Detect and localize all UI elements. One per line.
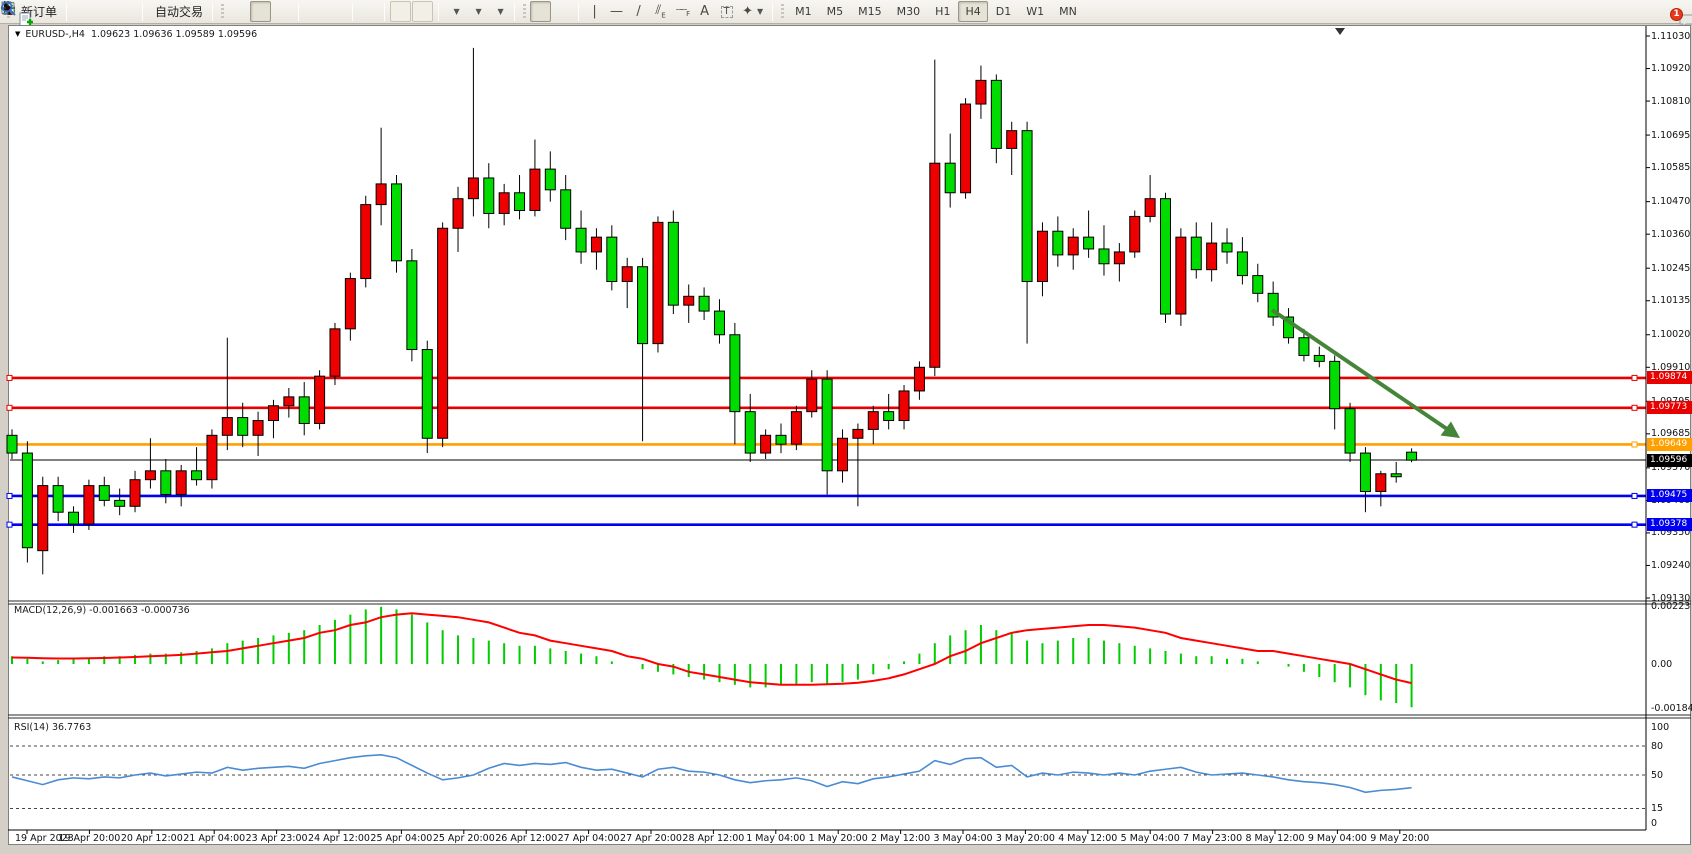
time-tick: 1 May 04:00 bbox=[746, 833, 805, 844]
channel-icon: ⫽E bbox=[655, 4, 665, 20]
zoom-in-button[interactable] bbox=[304, 1, 325, 22]
time-tick: 26 Apr 12:00 bbox=[495, 833, 557, 844]
periods-button[interactable]: ▼ bbox=[466, 1, 487, 22]
shapes-icon: ✦ bbox=[742, 5, 753, 18]
time-tick: 7 May 23:00 bbox=[1183, 833, 1242, 844]
timeframe-D1[interactable]: D1 bbox=[989, 1, 1018, 22]
price-tick: 1.10135 bbox=[1651, 295, 1690, 306]
time-tick: 25 Apr 04:00 bbox=[370, 833, 432, 844]
macd-tick: 0.00 bbox=[1651, 659, 1672, 670]
time-tick: 8 May 12:00 bbox=[1245, 833, 1304, 844]
price-tick: 1.10020 bbox=[1651, 329, 1690, 340]
rsi-tick: 50 bbox=[1651, 770, 1663, 781]
mt4-window: 新订单 自动交易 ▼ ▼ ▼ | — / ⫽E ┄┄F bbox=[0, 0, 1692, 854]
rsi-tick: 15 bbox=[1651, 803, 1663, 814]
time-tick: 27 Apr 20:00 bbox=[620, 833, 682, 844]
time-tick: 27 Apr 04:00 bbox=[558, 833, 620, 844]
time-tick: 2 May 12:00 bbox=[871, 833, 930, 844]
rsi-tick: 80 bbox=[1651, 741, 1663, 752]
channel-button[interactable]: ⫽E bbox=[650, 1, 671, 22]
price-tick: 1.10245 bbox=[1651, 263, 1690, 274]
indicators-button[interactable]: ▼ bbox=[444, 1, 465, 22]
bar-chart-button[interactable] bbox=[228, 1, 249, 22]
rsi-tick: 0 bbox=[1651, 818, 1657, 829]
templates-button[interactable]: ▼ bbox=[488, 1, 509, 22]
timeframe-M15[interactable]: M15 bbox=[851, 1, 889, 22]
price-tick: 1.10810 bbox=[1651, 96, 1690, 107]
price-tick: 1.10585 bbox=[1651, 162, 1690, 173]
price-tag: 1.09773 bbox=[1647, 401, 1692, 414]
timeframe-H4[interactable]: H4 bbox=[958, 1, 987, 22]
text-icon: A bbox=[700, 5, 709, 18]
chart-window[interactable] bbox=[8, 25, 1691, 845]
horizontal-line-button[interactable]: — bbox=[606, 1, 627, 22]
price-tag: 1.09649 bbox=[1647, 438, 1692, 451]
trendline-icon: / bbox=[636, 5, 640, 18]
support-button[interactable] bbox=[94, 1, 115, 22]
price-tick: 1.11030 bbox=[1651, 31, 1690, 42]
price-tag: 1.09475 bbox=[1647, 489, 1692, 502]
time-tick: 1 May 20:00 bbox=[809, 833, 868, 844]
zoom-out-button[interactable] bbox=[326, 1, 347, 22]
notification-badge[interactable]: 1 bbox=[1670, 8, 1683, 21]
time-tick: 19 Apr 20:00 bbox=[58, 833, 120, 844]
timeframe-W1[interactable]: W1 bbox=[1019, 1, 1051, 22]
vertical-line-button[interactable]: | bbox=[584, 1, 605, 22]
price-tick: 1.10920 bbox=[1651, 63, 1690, 74]
new-order-button[interactable]: 新订单 bbox=[14, 1, 61, 22]
vertical-line-icon: | bbox=[592, 5, 596, 18]
line-chart-button[interactable] bbox=[272, 1, 293, 22]
toolbar: 新订单 自动交易 ▼ ▼ ▼ | — / ⫽E ┄┄F bbox=[0, 0, 1692, 24]
trendline-button[interactable]: / bbox=[628, 1, 649, 22]
timeframe-MN[interactable]: MN bbox=[1052, 1, 1084, 22]
signal-button[interactable] bbox=[116, 1, 137, 22]
timeframe-M1[interactable]: M1 bbox=[788, 1, 819, 22]
price-tag: 1.09874 bbox=[1647, 371, 1692, 384]
chart-title: ▼EURUSD-,H4 1.09623 1.09636 1.09589 1.09… bbox=[15, 29, 257, 40]
time-tick: 5 May 04:00 bbox=[1121, 833, 1180, 844]
auto-scroll-button[interactable] bbox=[390, 1, 411, 22]
fibonacci-button[interactable]: ┄┄F bbox=[672, 1, 693, 22]
price-tick: 1.10695 bbox=[1651, 130, 1690, 141]
time-tick: 28 Apr 12:00 bbox=[682, 833, 744, 844]
price-tick: 1.10360 bbox=[1651, 229, 1690, 240]
time-tick: 9 May 04:00 bbox=[1308, 833, 1367, 844]
time-tick: 25 Apr 20:00 bbox=[433, 833, 495, 844]
text-label-button[interactable]: T bbox=[716, 1, 737, 22]
cursor-button[interactable] bbox=[530, 1, 551, 22]
time-tick: 23 Apr 23:00 bbox=[246, 833, 308, 844]
crosshair-button[interactable] bbox=[552, 1, 573, 22]
macd-label: MACD(12,26,9) -0.001663 -0.000736 bbox=[14, 605, 190, 616]
fibonacci-icon: ┄┄F bbox=[676, 6, 689, 18]
auto-trading-button[interactable]: 自动交易 bbox=[148, 1, 207, 22]
time-tick: 9 May 20:00 bbox=[1370, 833, 1429, 844]
macd-tick: 0.00223 bbox=[1651, 601, 1690, 612]
price-tick: 1.10470 bbox=[1651, 196, 1690, 207]
time-tick: 20 Apr 12:00 bbox=[121, 833, 183, 844]
timeframe-M5[interactable]: M5 bbox=[820, 1, 851, 22]
price-tag: 1.09596 bbox=[1647, 454, 1692, 467]
tile-windows-button[interactable] bbox=[358, 1, 379, 22]
text-button[interactable]: A bbox=[694, 1, 715, 22]
price-tag: 1.09378 bbox=[1647, 518, 1692, 531]
text-label-icon: T bbox=[721, 6, 733, 18]
candlestick-chart-button[interactable] bbox=[250, 1, 271, 22]
time-tick: 24 Apr 12:00 bbox=[308, 833, 370, 844]
time-tick: 3 May 04:00 bbox=[933, 833, 992, 844]
rsi-label: RSI(14) 36.7763 bbox=[14, 722, 91, 733]
price-tick: 1.09240 bbox=[1651, 560, 1690, 571]
macd-tick: -0.001848 bbox=[1651, 703, 1692, 714]
time-tick: 21 Apr 04:00 bbox=[183, 833, 245, 844]
timeframe-M30[interactable]: M30 bbox=[890, 1, 928, 22]
shapes-button[interactable]: ✦▼ bbox=[738, 1, 767, 22]
timeframe-H1[interactable]: H1 bbox=[928, 1, 957, 22]
rsi-tick: 100 bbox=[1651, 722, 1669, 733]
chart-menu-icon[interactable]: ▼ bbox=[15, 30, 20, 38]
time-tick: 3 May 20:00 bbox=[996, 833, 1055, 844]
horizontal-line-icon: — bbox=[610, 5, 623, 18]
time-tick: 4 May 12:00 bbox=[1058, 833, 1117, 844]
chart-shift-button[interactable] bbox=[412, 1, 433, 22]
alert-button[interactable] bbox=[72, 1, 93, 22]
